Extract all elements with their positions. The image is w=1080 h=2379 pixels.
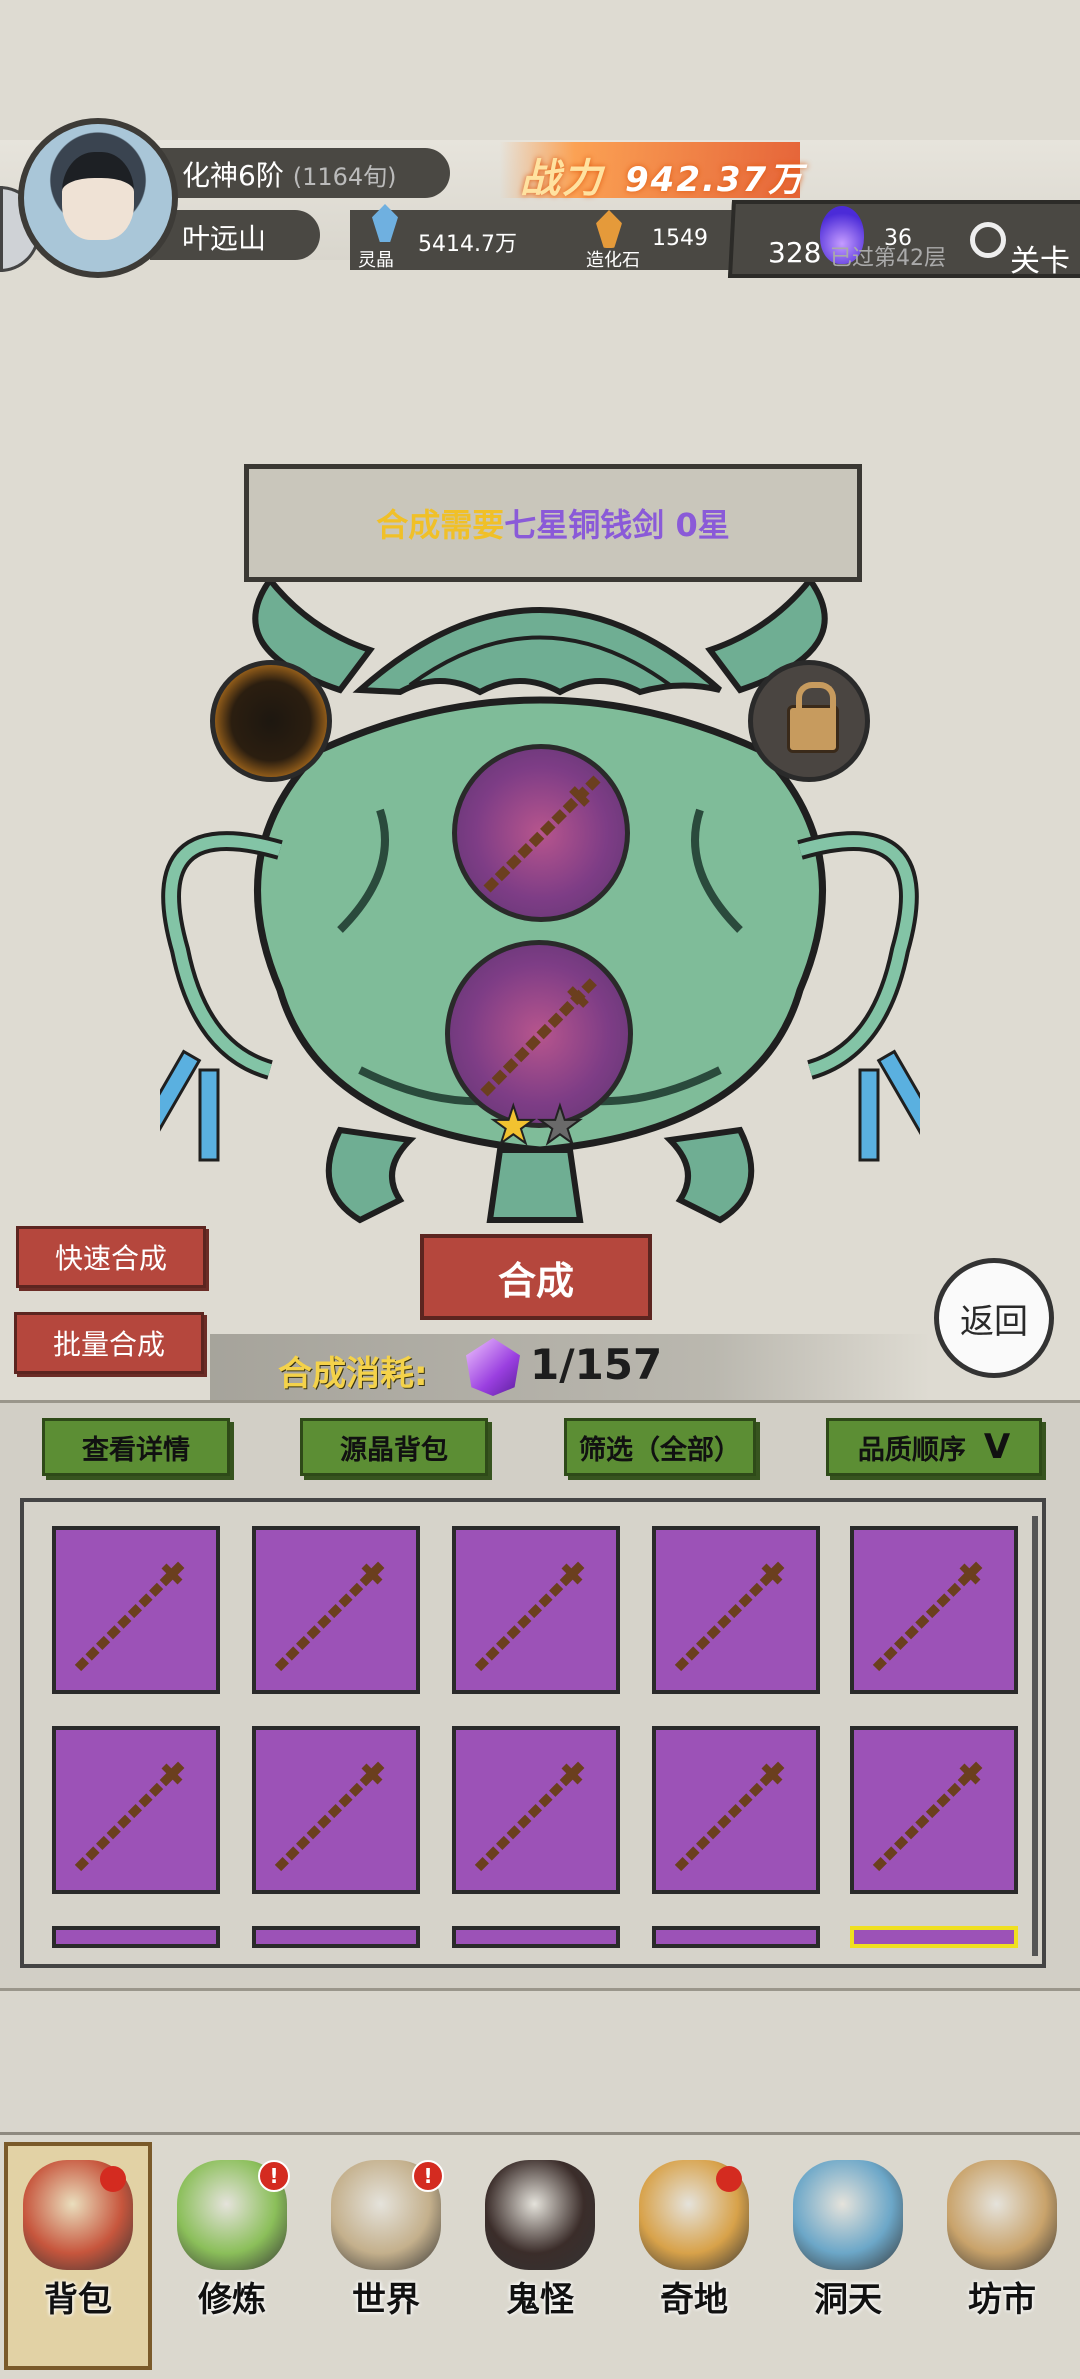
nav-item-monster-egg[interactable]: 鬼怪 — [470, 2146, 610, 2366]
spirit-crystal-label: 灵晶 — [358, 250, 394, 271]
notification-dot-icon — [716, 2166, 742, 2192]
realm-age: (1164旬) — [292, 163, 397, 191]
cave-heaven-icon — [793, 2160, 903, 2270]
dark-orb-slot[interactable] — [210, 660, 332, 782]
nav-label: 洞天 — [814, 2280, 882, 2320]
sword-icon — [483, 775, 601, 893]
batch-synthesize-button[interactable]: 批量合成 — [14, 1312, 204, 1374]
inventory-slot[interactable] — [52, 1926, 220, 1948]
inventory-slot[interactable] — [452, 1726, 620, 1894]
stage-progress: 328 — [768, 236, 822, 269]
nav-label: 鬼怪 — [506, 2280, 574, 2320]
alert-badge-icon: ! — [412, 2160, 444, 2192]
inventory-footer — [0, 1988, 1080, 2135]
star-empty-icon: ★ — [536, 1096, 585, 1156]
avatar-face — [62, 152, 134, 240]
padlock-icon — [787, 682, 839, 753]
sword-icon — [474, 1558, 588, 1672]
power-value: 942.37万 — [625, 160, 805, 200]
nav-item-cultivation[interactable]: 修炼! — [162, 2146, 302, 2366]
requirement-item: 七星铜钱剑 0星 — [504, 506, 730, 544]
inventory-slot[interactable] — [452, 1926, 620, 1948]
inventory-slot[interactable] — [652, 1926, 820, 1948]
market-icon — [947, 2160, 1057, 2270]
back-button[interactable]: 返回 — [934, 1258, 1054, 1378]
source-crystal-bag-button[interactable]: 源晶背包 — [300, 1418, 488, 1476]
inventory-slot[interactable] — [252, 1926, 420, 1948]
requirement-prefix: 合成需要 — [376, 506, 505, 544]
sword-icon — [74, 1758, 188, 1872]
stage-button[interactable]: 关卡 — [1010, 236, 1070, 280]
nav-item-world-scroll[interactable]: 世界! — [316, 2146, 456, 2366]
creation-stone-value: 1549 — [652, 226, 708, 251]
requirement-plate: 合成需要 七星铜钱剑 0星 — [244, 464, 862, 582]
cost-label: 合成消耗: — [278, 1354, 428, 1394]
sword-icon — [674, 1558, 788, 1672]
realm-level: 化神6阶 — [182, 159, 284, 192]
inventory-slot[interactable] — [652, 1526, 820, 1694]
stage-text: 已过第42层 — [830, 246, 946, 271]
sword-icon — [872, 1758, 986, 1872]
sword-icon — [74, 1558, 188, 1672]
monster-egg-icon — [485, 2160, 595, 2270]
star-rating: ★★ — [489, 1099, 584, 1153]
player-avatar[interactable] — [18, 118, 178, 278]
notification-dot-icon — [100, 2166, 126, 2192]
sword-icon — [674, 1758, 788, 1872]
power-label: 战力 — [520, 156, 604, 202]
nav-item-cave-heaven[interactable]: 洞天 — [778, 2146, 918, 2366]
nav-label: 世界 — [352, 2280, 420, 2320]
nav-item-market[interactable]: 坊市 — [932, 2146, 1072, 2366]
sword-icon — [274, 1758, 388, 1872]
creation-stone-label: 造化石 — [586, 250, 640, 271]
star-filled-icon: ★ — [489, 1096, 538, 1156]
nav-label: 修炼 — [198, 2280, 266, 2320]
inventory-slot[interactable] — [252, 1726, 420, 1894]
cost-value: 1/157 — [530, 1340, 663, 1389]
target-item-slot[interactable] — [452, 744, 630, 922]
inventory-slot[interactable] — [652, 1726, 820, 1894]
spirit-crystal-value: 5414.7万 — [418, 232, 517, 257]
nav-label: 坊市 — [968, 2280, 1036, 2320]
nav-label: 奇地 — [660, 2280, 728, 2320]
view-details-button[interactable]: 查看详情 — [42, 1418, 230, 1476]
alert-badge-icon: ! — [258, 2160, 290, 2192]
nav-item-backpack[interactable]: 背包 — [4, 2142, 152, 2370]
inventory-slot[interactable] — [850, 1926, 1018, 1948]
scrollbar[interactable] — [1032, 1516, 1038, 1956]
inventory-slot[interactable] — [252, 1526, 420, 1694]
chevron-down-icon: V — [983, 1427, 1011, 1467]
gear-icon[interactable] — [970, 222, 1006, 258]
sword-icon — [474, 1758, 588, 1872]
inventory-slot[interactable] — [850, 1526, 1018, 1694]
quick-synthesize-button[interactable]: 快速合成 — [16, 1226, 206, 1288]
sort-label: 品质顺序 — [857, 1434, 966, 1466]
locked-slot[interactable] — [748, 660, 870, 782]
inventory-slot[interactable] — [52, 1526, 220, 1694]
synthesize-button[interactable]: 合成 — [420, 1234, 652, 1320]
realm-text: 化神6阶 (1164旬) — [182, 154, 397, 194]
inventory-slot[interactable] — [850, 1726, 1018, 1894]
sort-quality-button[interactable]: 品质顺序 V — [826, 1418, 1042, 1476]
filter-button[interactable]: 筛选（全部） — [564, 1418, 756, 1476]
player-name: 叶远山 — [182, 222, 267, 255]
inventory-slot[interactable] — [452, 1526, 620, 1694]
sword-icon — [872, 1558, 986, 1672]
inventory-slot[interactable] — [52, 1726, 220, 1894]
nav-label: 背包 — [44, 2280, 112, 2320]
sword-icon — [274, 1558, 388, 1672]
nav-item-mystic-land[interactable]: 奇地 — [624, 2146, 764, 2366]
